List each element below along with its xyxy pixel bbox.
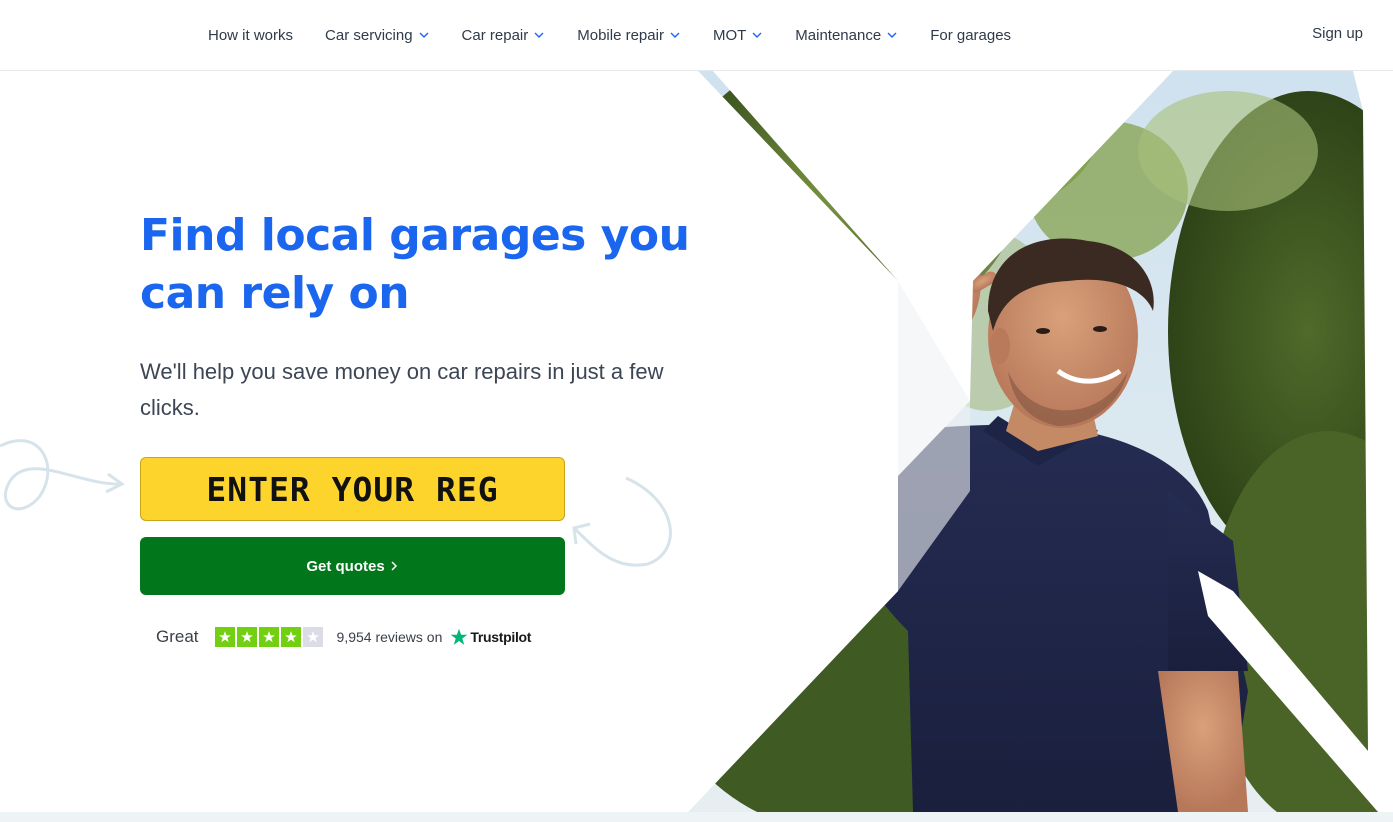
nav-item-label: Car repair (461, 26, 529, 44)
nav-item-maintenance[interactable]: Maintenance (795, 27, 898, 44)
nav-item-how-it-works[interactable]: How it works (208, 27, 293, 44)
hero-section (0, 71, 1393, 812)
star-filled-icon (258, 627, 279, 647)
nav-item-car-repair[interactable]: Car repair (462, 27, 546, 44)
trustpilot-rating[interactable]: Great 9,954 reviews on Trustpilot (156, 624, 531, 650)
chevron-down-icon (670, 32, 680, 38)
registration-input[interactable]: ENTER YOUR REG (140, 457, 565, 521)
review-count: 9,954 reviews on (336, 629, 443, 645)
nav-item-for-garages[interactable]: For garages (930, 27, 1011, 44)
nav-item-label: Mobile repair (577, 26, 664, 44)
nav-item-label: Maintenance (795, 26, 882, 44)
hero-photo (688, 71, 1393, 812)
trustpilot-logo: Trustpilot (450, 628, 531, 646)
nav-item-mot[interactable]: MOT (713, 27, 763, 44)
chevron-down-icon (419, 32, 429, 38)
get-quotes-label: Get quotes (306, 557, 385, 575)
chevron-right-icon (391, 561, 397, 571)
decorative-squiggle-left (0, 439, 125, 511)
star-filled-icon (280, 627, 301, 647)
trustpilot-brand: Trustpilot (470, 629, 532, 645)
hero-headline: Find local garages you can rely on (140, 210, 690, 319)
sign-up-link[interactable]: Sign up (1312, 25, 1363, 42)
star-filled-icon (236, 627, 257, 647)
nav-item-label: How it works (208, 26, 294, 44)
star-filled-icon (214, 627, 235, 647)
rating-word: Great (156, 627, 199, 646)
chevron-down-icon (887, 32, 897, 38)
chevron-down-icon (534, 32, 544, 38)
top-navigation: How it works Car servicing Car repair Mo… (0, 0, 1393, 71)
nav-item-car-servicing[interactable]: Car servicing (325, 27, 430, 44)
nav-item-label: Car servicing (325, 26, 413, 44)
trustpilot-star-icon (451, 628, 468, 645)
rating-stars (214, 627, 325, 647)
decorative-squiggle-right (572, 476, 672, 567)
section-divider-band (0, 812, 1393, 822)
hero-subline: We'll help you save money on car repairs… (140, 359, 664, 420)
nav-item-mobile-repair[interactable]: Mobile repair (577, 27, 681, 44)
nav-item-label: For garages (930, 26, 1012, 44)
nav-item-label: MOT (712, 26, 747, 44)
star-empty-icon (302, 627, 323, 647)
nav-menu: How it works Car servicing Car repair Mo… (208, 0, 1043, 70)
chevron-down-icon (752, 32, 762, 38)
get-quotes-button[interactable]: Get quotes (140, 537, 565, 595)
registration-placeholder: ENTER YOUR REG (206, 469, 499, 509)
